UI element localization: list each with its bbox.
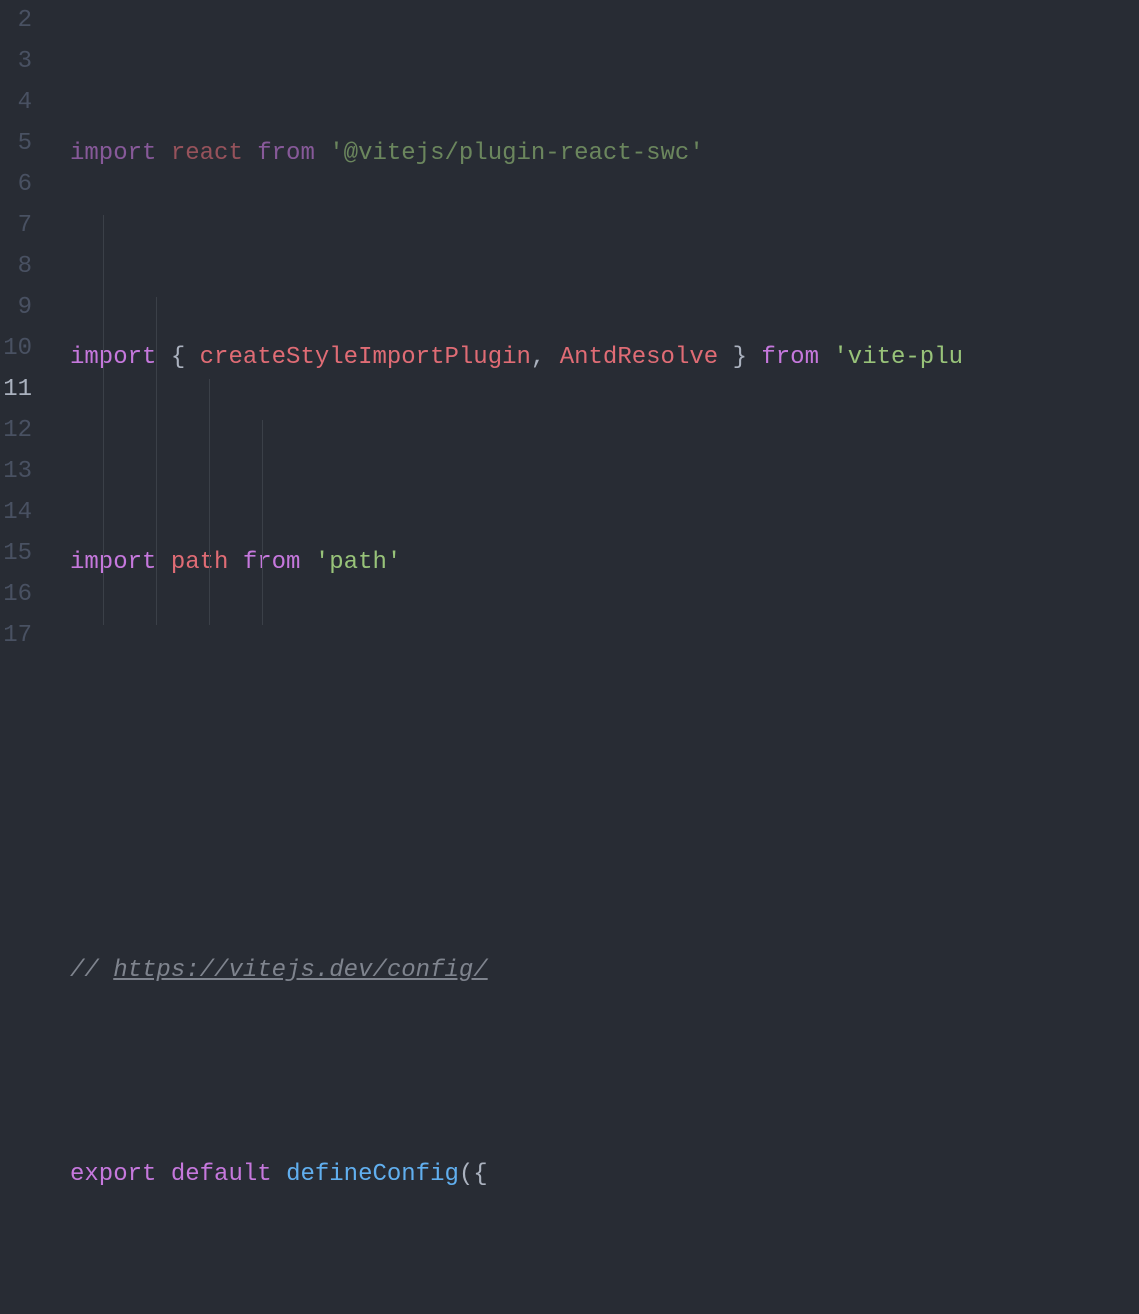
line-number: 14 — [0, 492, 32, 533]
line-number: 13 — [0, 451, 32, 492]
punctuation: { — [171, 344, 185, 371]
identifier: AntdResolve — [560, 344, 718, 371]
line-number: 9 — [0, 287, 32, 328]
line-number-gutter: 2 3 4 5 6 7 8 9 10 11 12 13 14 15 16 17 — [0, 0, 50, 657]
keyword-import: import — [70, 344, 156, 371]
keyword-from: from — [761, 344, 819, 371]
line-number: 10 — [0, 328, 32, 369]
function-call: defineConfig — [286, 1161, 459, 1188]
line-number: 8 — [0, 246, 32, 287]
identifier: createStyleImportPlugin — [200, 344, 531, 371]
keyword-from: from — [257, 140, 315, 167]
keyword-from: from — [243, 549, 301, 576]
line-number: 6 — [0, 164, 32, 205]
keyword-import: import — [70, 549, 156, 576]
code-line[interactable]: import { createStyleImportPlugin, AntdRe… — [70, 337, 1139, 378]
string-literal: '@vitejs/plugin-react-swc' — [329, 140, 703, 167]
code-area[interactable]: import react from '@vitejs/plugin-react-… — [50, 0, 1139, 657]
identifier: path — [171, 549, 229, 576]
keyword-import: import — [70, 140, 156, 167]
comment: // — [70, 957, 113, 984]
line-number-current: 11 — [0, 369, 32, 410]
line-number: 4 — [0, 82, 32, 123]
keyword-export: export — [70, 1161, 156, 1188]
code-line[interactable]: // https://vitejs.dev/config/ — [70, 950, 1139, 991]
comment-url: https://vitejs.dev/config/ — [113, 957, 487, 984]
punctuation: , — [531, 344, 545, 371]
line-number: 15 — [0, 533, 32, 574]
string-literal: 'vite-plu — [833, 344, 963, 371]
code-line[interactable] — [70, 746, 1139, 787]
keyword-default: default — [171, 1161, 272, 1188]
line-number: 2 — [0, 0, 32, 41]
line-number: 16 — [0, 574, 32, 615]
punctuation: } — [733, 344, 747, 371]
code-editor[interactable]: 2 3 4 5 6 7 8 9 10 11 12 13 14 15 16 17 … — [0, 0, 1139, 657]
code-line[interactable]: import path from 'path' — [70, 542, 1139, 583]
line-number: 5 — [0, 123, 32, 164]
line-number: 7 — [0, 205, 32, 246]
line-number: 12 — [0, 410, 32, 451]
code-line[interactable]: export default defineConfig({ — [70, 1154, 1139, 1195]
string-literal: 'path' — [315, 549, 401, 576]
line-number: 17 — [0, 615, 32, 656]
punctuation: ({ — [459, 1161, 488, 1188]
line-number: 3 — [0, 41, 32, 82]
identifier: react — [171, 140, 243, 167]
code-line[interactable]: import react from '@vitejs/plugin-react-… — [70, 133, 1139, 174]
